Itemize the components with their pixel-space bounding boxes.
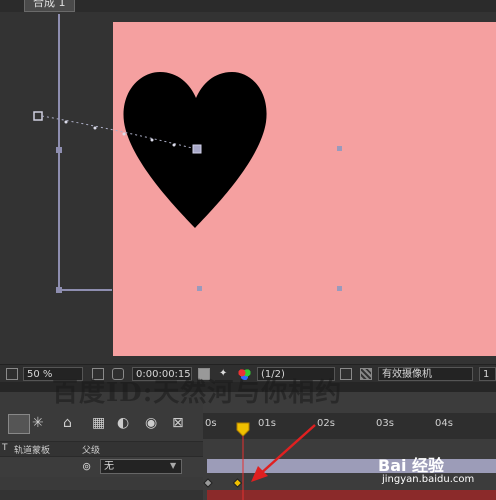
annotation-arrow: [258, 424, 316, 476]
current-time-indicator[interactable]: [236, 422, 250, 500]
keyframe-marker[interactable]: [232, 478, 243, 488]
site-url: jingyan.baidu.com: [382, 474, 475, 485]
watermark: 百度ID:天然河与你相约: [52, 378, 343, 408]
keyframe-marker[interactable]: [203, 478, 213, 488]
timeline-overlay: [203, 422, 316, 500]
site-logo: Bai 经验: [378, 456, 445, 475]
